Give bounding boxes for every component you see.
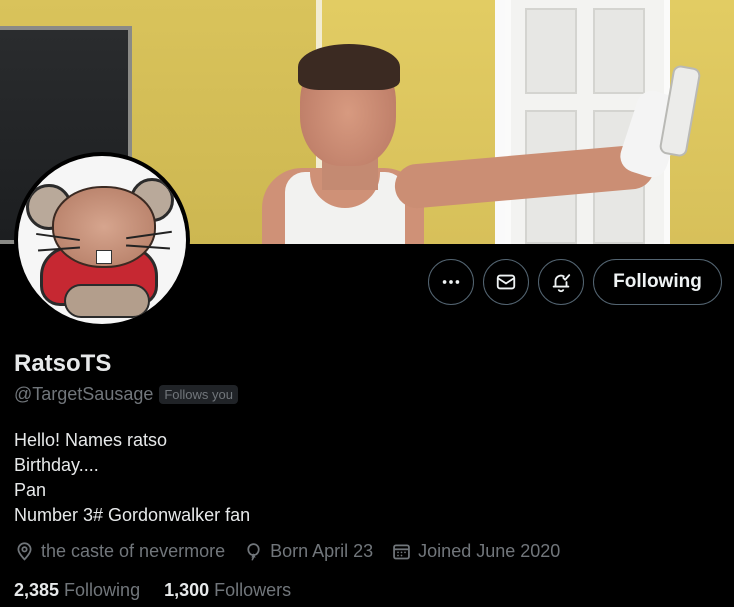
notifications-button[interactable] — [538, 259, 584, 305]
user-handle: @TargetSausage — [14, 384, 154, 404]
handle-row: @TargetSausage Follows you — [14, 384, 238, 405]
bio-line: Hello! Names ratso — [14, 430, 168, 450]
followers-count: 1,300 — [164, 580, 210, 600]
balloon-icon — [247, 543, 260, 561]
envelope-icon — [496, 274, 516, 290]
following-button[interactable]: Following — [593, 259, 722, 305]
banner-person-hair — [298, 44, 400, 90]
avatar[interactable] — [14, 152, 190, 328]
location-text: the caste of nevermore — [41, 541, 226, 561]
followers-label: Followers — [214, 580, 292, 600]
more-options-button[interactable] — [428, 259, 474, 305]
location-item: the caste of nevermore — [14, 541, 225, 562]
joined-item: Joined June 2020 — [391, 541, 560, 562]
bio-line: Pan — [14, 480, 47, 500]
bio-line: Number 3# Gordonwalker fan — [14, 505, 251, 525]
joined-text: Joined June 2020 — [418, 541, 561, 561]
birthday-item: Born April 23 — [243, 541, 373, 562]
follow-stats: 2,385 Following 1,300 Followers — [14, 580, 291, 601]
birthday-text: Born April 23 — [270, 541, 374, 561]
ellipsis-icon — [442, 280, 460, 284]
calendar-icon — [393, 544, 410, 560]
bio-line: Birthday.... — [14, 455, 99, 475]
following-stat-link[interactable]: 2,385 Following — [14, 580, 140, 601]
location-pin-icon — [17, 542, 32, 561]
following-label: Following — [64, 580, 141, 600]
avatar-belly — [64, 284, 150, 318]
display-name: RatsoTS — [14, 350, 112, 377]
follows-you-badge: Follows you — [159, 385, 238, 404]
followers-stat-link[interactable]: 1,300 Followers — [164, 580, 291, 601]
profile-bio: Hello! Names ratso Birthday.... Pan Numb… — [14, 428, 250, 528]
door-panel — [525, 8, 577, 94]
bell-check-icon — [552, 274, 571, 293]
avatar-image — [18, 156, 186, 324]
following-count: 2,385 — [14, 580, 60, 600]
profile-meta: the caste of nevermore Born April 23 Joi… — [14, 541, 560, 562]
door-panel — [593, 8, 645, 94]
banner-door-frame — [495, 0, 505, 244]
message-button[interactable] — [483, 259, 529, 305]
avatar-teeth — [96, 250, 112, 264]
